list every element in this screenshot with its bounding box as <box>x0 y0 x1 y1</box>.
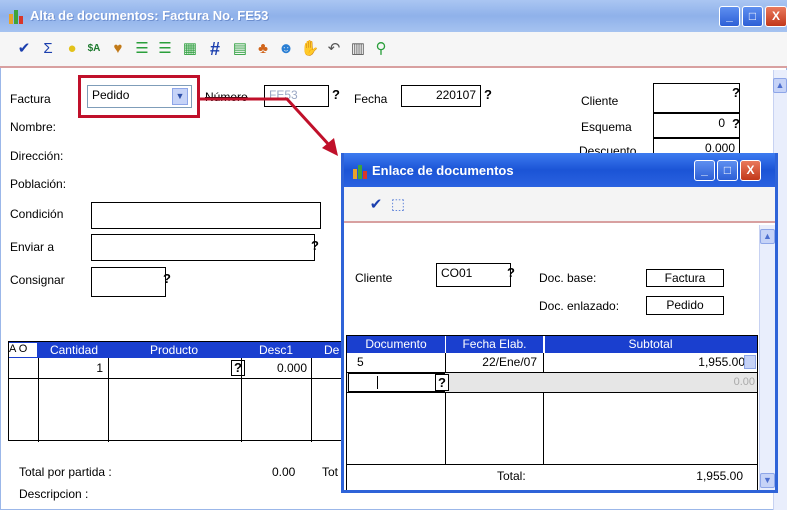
text-cursor <box>377 376 378 389</box>
col-subtotal-header[interactable]: Subtotal <box>544 336 757 352</box>
dialog-cliente-label: Cliente <box>355 271 393 285</box>
header-divider <box>543 336 545 353</box>
row-subtotal: 1,955.00 <box>698 355 745 369</box>
dialog-title: Enlace de documentos <box>372 163 514 178</box>
dialog-minimize-button[interactable]: _ <box>694 160 715 181</box>
link-documents-dialog: Enlace de documentos _ □ X ✔ ⬚ ▲ ▼ Clien… <box>341 153 778 493</box>
table-bottom-line <box>347 464 757 465</box>
doc-base-value: Factura <box>664 271 706 285</box>
dialog-table: Documento Fecha Elab. Subtotal 5 22/Ene/… <box>346 335 758 490</box>
doc-base-label: Doc. base: <box>539 271 597 285</box>
col-fecha-header[interactable]: Fecha Elab. <box>446 336 543 352</box>
row-subtotal-new: 0.00 <box>733 376 755 388</box>
dialog-scroll-down-button[interactable]: ▼ <box>760 473 775 488</box>
dialog-scrollbar[interactable] <box>759 225 775 490</box>
col-documento-header[interactable]: Documento <box>347 336 445 352</box>
table-row-new[interactable]: ? 0.00 <box>347 373 757 393</box>
doc-enlazado-label: Doc. enlazado: <box>539 299 620 313</box>
dialog-titlebar[interactable]: Enlace de documentos _ □ X <box>344 153 775 187</box>
header-divider <box>445 336 446 353</box>
row-documento-input[interactable] <box>348 373 445 392</box>
row-scroll-handle[interactable] <box>744 355 756 369</box>
dialog-toolbar: ✔ ⬚ <box>344 187 775 223</box>
dialog-select-icon[interactable]: ⬚ <box>388 195 408 215</box>
dialog-cliente-field[interactable]: CO01 <box>436 263 511 287</box>
table-row[interactable]: 5 22/Ene/07 1,955.00 <box>347 353 757 372</box>
dialog-logo-icon <box>352 162 368 179</box>
row-documento: 5 <box>357 355 364 369</box>
dialog-cliente-value: CO01 <box>441 266 473 280</box>
dialog-check-icon[interactable]: ✔ <box>366 195 386 215</box>
dialog-total-value: 1,955.00 <box>696 469 743 483</box>
row-documento-help-icon[interactable]: ? <box>435 374 449 391</box>
doc-base-field[interactable]: Factura <box>646 269 724 287</box>
dialog-close-button[interactable]: X <box>740 160 761 181</box>
dialog-maximize-button[interactable]: □ <box>717 160 738 181</box>
dialog-scroll-up-button[interactable]: ▲ <box>760 229 775 244</box>
row-fecha: 22/Ene/07 <box>482 355 537 369</box>
dialog-total-label: Total: <box>497 469 526 483</box>
dialog-cliente-help-icon[interactable]: ? <box>507 265 515 280</box>
doc-enlazado-field[interactable]: Pedido <box>646 296 724 315</box>
doc-enlazado-value: Pedido <box>666 298 704 312</box>
